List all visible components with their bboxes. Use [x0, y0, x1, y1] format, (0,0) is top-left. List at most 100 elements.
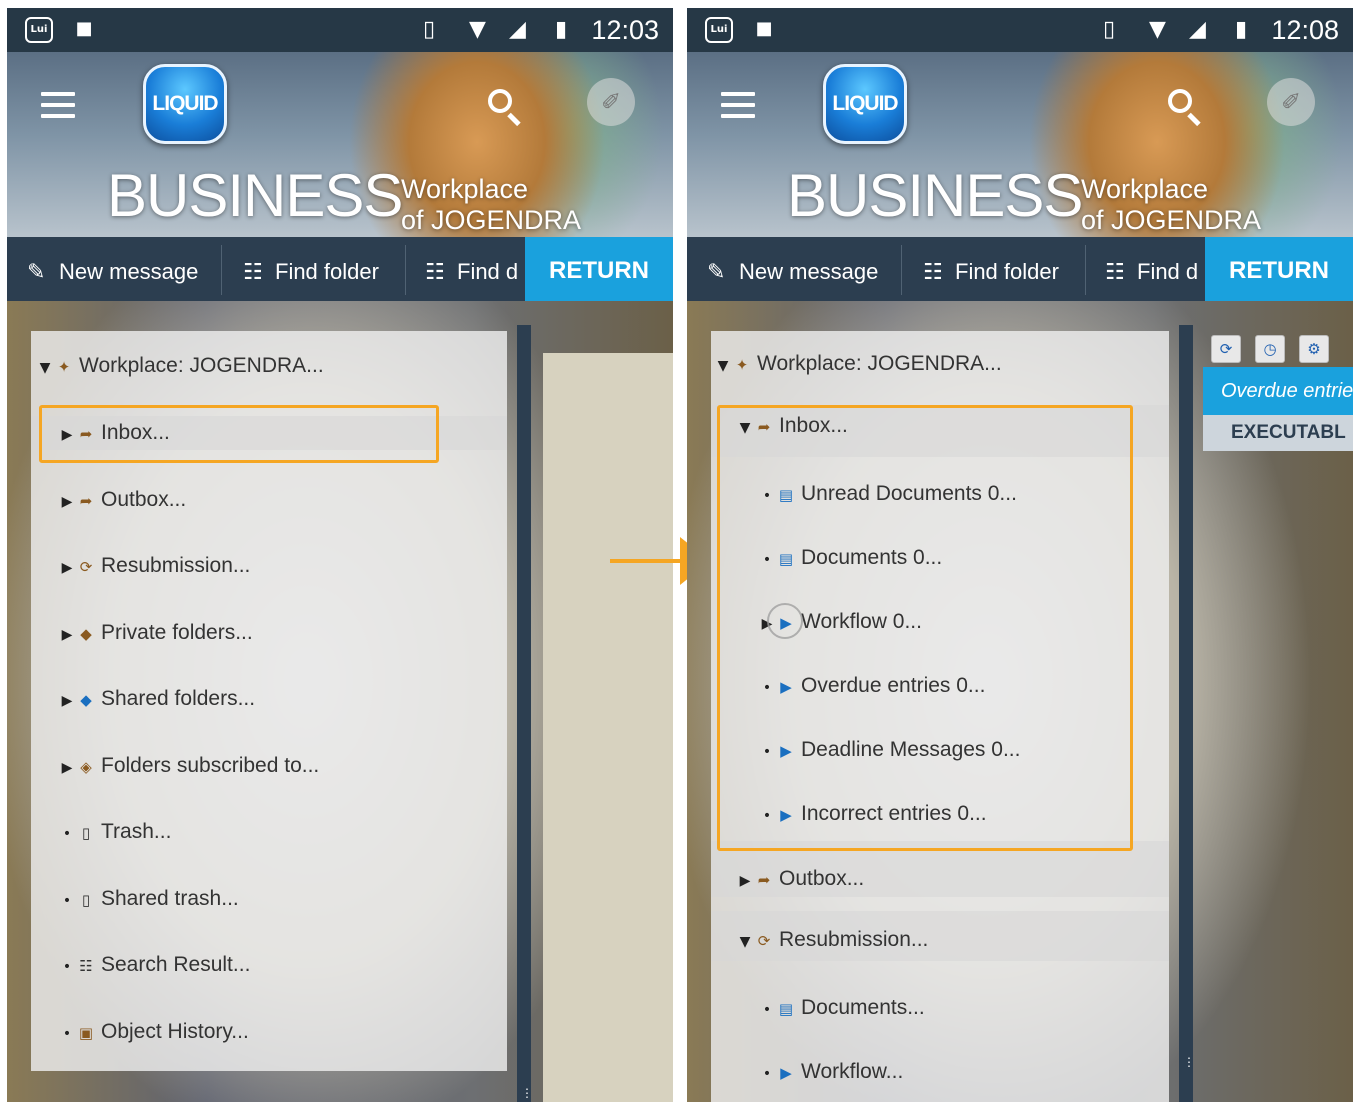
toolbar-divider — [901, 245, 902, 295]
collapsed-arrow-icon: ▶ — [61, 494, 73, 510]
tree-item-label: Object History... — [101, 1020, 249, 1043]
trash-icon: ▯ — [81, 891, 91, 909]
no-sim-icon: ◢ — [1189, 17, 1206, 42]
collapsed-arrow-icon: ▶ — [61, 560, 73, 576]
inbox-expanded-highlight-box — [717, 405, 1133, 851]
tree-item-resub-documents[interactable]: • ▤ Documents... — [759, 991, 925, 1025]
brand-title: BUSINESS — [107, 162, 403, 229]
bullet-icon: • — [762, 1066, 772, 1082]
app-header: LIQUID ✐ BUSINESS Workplace of JOGENDRA — [7, 52, 673, 237]
wifi-icon: ▼ — [469, 17, 486, 42]
refresh-icon[interactable]: ⟳ — [1211, 335, 1241, 363]
menu-icon[interactable] — [721, 92, 755, 118]
tree-item-trash[interactable]: • ▯ Trash... — [59, 815, 172, 849]
menu-icon[interactable] — [41, 92, 75, 118]
tree-item-label: Workflow... — [801, 1060, 904, 1083]
find-folder-label: Find folder — [955, 259, 1059, 284]
status-bar: Lui ■ ▯ ▼ ◢ ▮ 12:08 — [687, 8, 1353, 52]
clock: 12:08 — [1271, 15, 1339, 45]
android-icon: ■ — [755, 18, 773, 39]
brand-subtitle-line2: of JOGENDRA — [401, 205, 582, 235]
toolbar-divider — [405, 245, 406, 295]
binoculars-icon: ☷ — [243, 260, 263, 285]
vibrate-icon: ▯ — [1103, 17, 1116, 42]
find-folder-button[interactable]: ☷ Find folder — [923, 237, 1059, 301]
tree-item-resub-workflow[interactable]: • ▶ Workflow... — [759, 1055, 903, 1089]
collapsed-arrow-icon: ▶ — [61, 760, 73, 776]
new-message-button[interactable]: ✎ New message — [27, 237, 198, 301]
brand-subtitle-line2: of JOGENDRA — [1081, 205, 1262, 235]
find-document-button[interactable]: ☷ Find d — [1105, 237, 1205, 301]
scrollbar[interactable]: ⋮ — [517, 325, 533, 1102]
tree-item-search-result[interactable]: • ☷ Search Result... — [59, 948, 251, 982]
note-icon: ✎ — [27, 260, 46, 285]
wifi-icon: ▼ — [1149, 17, 1166, 42]
subscribed-folder-icon: ◈ — [80, 758, 92, 776]
workplace-icon: ✦ — [735, 356, 749, 374]
find-folder-button[interactable]: ☷ Find folder — [243, 237, 379, 301]
search-icon[interactable] — [485, 86, 525, 127]
brand-subtitle: Workplace of JOGENDRA — [401, 174, 581, 236]
tree-item-outbox[interactable]: ▶ ➦ Outbox... — [59, 483, 187, 517]
brand-subtitle-line1: Workplace — [401, 174, 529, 204]
no-sim-icon: ◢ — [509, 17, 526, 42]
find-document-label: Find d — [457, 259, 519, 284]
binoculars-icon: ☷ — [425, 260, 445, 285]
tree-root-label: Workplace: JOGENDRA... — [79, 354, 324, 377]
content-area: ▼ ✦ Workplace: JOGENDRA... ▶ ➦ Inbox... ▶ ➦ Ou… — [7, 301, 673, 1102]
return-button[interactable]: RETURN — [525, 237, 673, 301]
bullet-icon: • — [62, 826, 72, 842]
collapsed-arrow-icon: ▶ — [61, 693, 73, 709]
status-bar: Lui ■ ▯ ▼ ◢ ▮ 12:03 — [7, 8, 673, 52]
tree-item-label: Outbox... — [101, 488, 187, 511]
app-badge-icon: Lui — [25, 17, 53, 43]
vibrate-icon: ▯ — [423, 17, 436, 42]
tree-item-shared-folders[interactable]: ▶ ◆ Shared folders... — [59, 682, 255, 716]
tools-icon[interactable]: ✐ — [1267, 78, 1315, 126]
find-document-button[interactable]: ☷ Find d — [425, 237, 525, 301]
workflow-icon: ▶ — [780, 1064, 792, 1082]
tree-root[interactable]: ▼ ✦ Workplace: JOGENDRA... — [715, 347, 1002, 381]
scrollbar[interactable]: ⋮ — [1179, 325, 1195, 1102]
resubmission-icon: ⟳ — [79, 558, 93, 576]
settings-icon[interactable]: ⚙ — [1299, 335, 1329, 363]
scroll-handle-icon: ⋮ — [521, 1086, 533, 1100]
tree-item-resubmission[interactable]: ▶ ⟳ Resubmission... — [59, 549, 251, 583]
phone-screen-before: Lui ■ ▯ ▼ ◢ ▮ 12:03 LIQUID ✐ BUSINESS Wo… — [7, 8, 673, 1102]
liquid-logo: LIQUID — [143, 64, 227, 144]
tree-item-label: Shared folders... — [101, 687, 256, 710]
brand-subtitle: Workplace of JOGENDRA — [1081, 174, 1261, 236]
binoculars-icon: ☷ — [1105, 260, 1125, 285]
tree-item-private-folders[interactable]: ▶ ◆ Private folders... — [59, 616, 253, 650]
binoculars-icon: ☷ — [79, 957, 93, 975]
find-folder-label: Find folder — [275, 259, 379, 284]
search-icon[interactable] — [1165, 86, 1205, 127]
tree-item-object-history[interactable]: • ▣ Object History... — [59, 1015, 249, 1049]
action-toolbar: ✎ New message ☷ Find folder ☷ Find d RETURN — [7, 237, 673, 301]
tree-item-resubmission[interactable]: ▼ ⟳ Resubmission... — [711, 911, 1169, 961]
expanded-arrow-icon: ▼ — [739, 934, 751, 950]
new-message-label: New message — [739, 259, 879, 284]
tools-icon[interactable]: ✐ — [587, 78, 635, 126]
toolbar-divider — [221, 245, 222, 295]
expanded-arrow-icon: ▼ — [39, 360, 51, 376]
tree-item-shared-trash[interactable]: • ▯ Shared trash... — [59, 882, 239, 916]
tree-item-label: Folders subscribed to... — [101, 754, 320, 777]
return-button[interactable]: RETURN — [1205, 237, 1353, 301]
side-toolbar: ⟳ ◷ ⚙ — [1211, 335, 1343, 365]
find-document-label: Find d — [1137, 259, 1199, 284]
clock-icon[interactable]: ◷ — [1255, 335, 1285, 363]
outbox-icon: ➦ — [79, 492, 93, 510]
executable-header: EXECUTABL — [1203, 415, 1353, 451]
transition-arrow — [610, 559, 680, 563]
tree-item-label: Private folders... — [101, 621, 253, 644]
brand-subtitle-line1: Workplace — [1081, 174, 1209, 204]
bullet-icon: • — [62, 893, 72, 909]
bullet-icon: • — [62, 1026, 72, 1042]
private-folder-icon: ◆ — [80, 625, 92, 643]
new-message-button[interactable]: ✎ New message — [707, 237, 878, 301]
tab-overdue-entries[interactable]: Overdue entrie — [1203, 367, 1353, 415]
tree-item-subscribed-folders[interactable]: ▶ ◈ Folders subscribed to... — [59, 749, 320, 783]
workplace-icon: ✦ — [57, 358, 71, 376]
tree-root[interactable]: ▼ ✦ Workplace: JOGENDRA... — [37, 349, 324, 383]
